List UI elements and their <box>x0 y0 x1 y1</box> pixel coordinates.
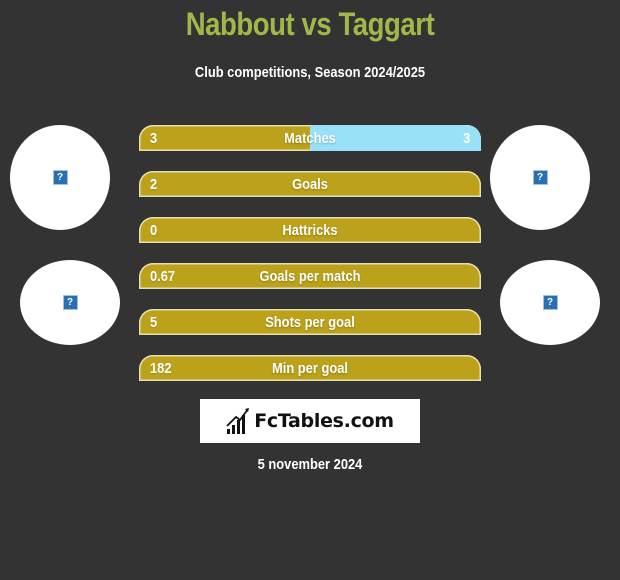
stat-row-shots-per-goal: 5 Shots per goal <box>139 309 481 335</box>
left-value: 0 <box>150 221 158 239</box>
left-value: 2 <box>150 175 158 193</box>
stat-label: Goals <box>292 175 328 193</box>
bar-chart-icon <box>226 408 250 434</box>
date-label: 5 november 2024 <box>257 456 363 473</box>
stat-row-goals-per-match: 0.67 Goals per match <box>139 263 481 289</box>
right-club-logo: ? <box>500 260 600 345</box>
broken-image-icon: ? <box>532 170 548 185</box>
stat-row-min-per-goal: 182 Min per goal <box>139 355 481 381</box>
left-value: 5 <box>150 313 158 331</box>
stat-row-hattricks: 0 Hattricks <box>139 217 481 243</box>
left-club-logo: ? <box>20 260 120 345</box>
left-value: 3 <box>150 129 158 147</box>
page-title: Nabbout vs Taggart <box>185 6 435 42</box>
fctables-logo[interactable]: FcTables.com <box>200 399 420 443</box>
stat-label: Shots per goal <box>265 313 355 331</box>
left-player-photo: ? <box>10 125 110 230</box>
broken-image-icon: ? <box>52 170 68 185</box>
stat-row-matches: 3 Matches 3 <box>139 125 481 151</box>
stat-label: Goals per match <box>259 267 361 285</box>
right-value: 3 <box>462 129 470 147</box>
stat-label: Hattricks <box>282 221 338 239</box>
brand-name: FcTables.com <box>254 410 394 432</box>
stat-label: Matches <box>284 129 336 147</box>
page-subtitle: Club competitions, Season 2024/2025 <box>194 64 426 81</box>
right-player-photo: ? <box>490 125 590 230</box>
broken-image-icon: ? <box>62 295 78 310</box>
broken-image-icon: ? <box>542 295 558 310</box>
stat-row-goals: 2 Goals <box>139 171 481 197</box>
stat-label: Min per goal <box>272 359 348 377</box>
